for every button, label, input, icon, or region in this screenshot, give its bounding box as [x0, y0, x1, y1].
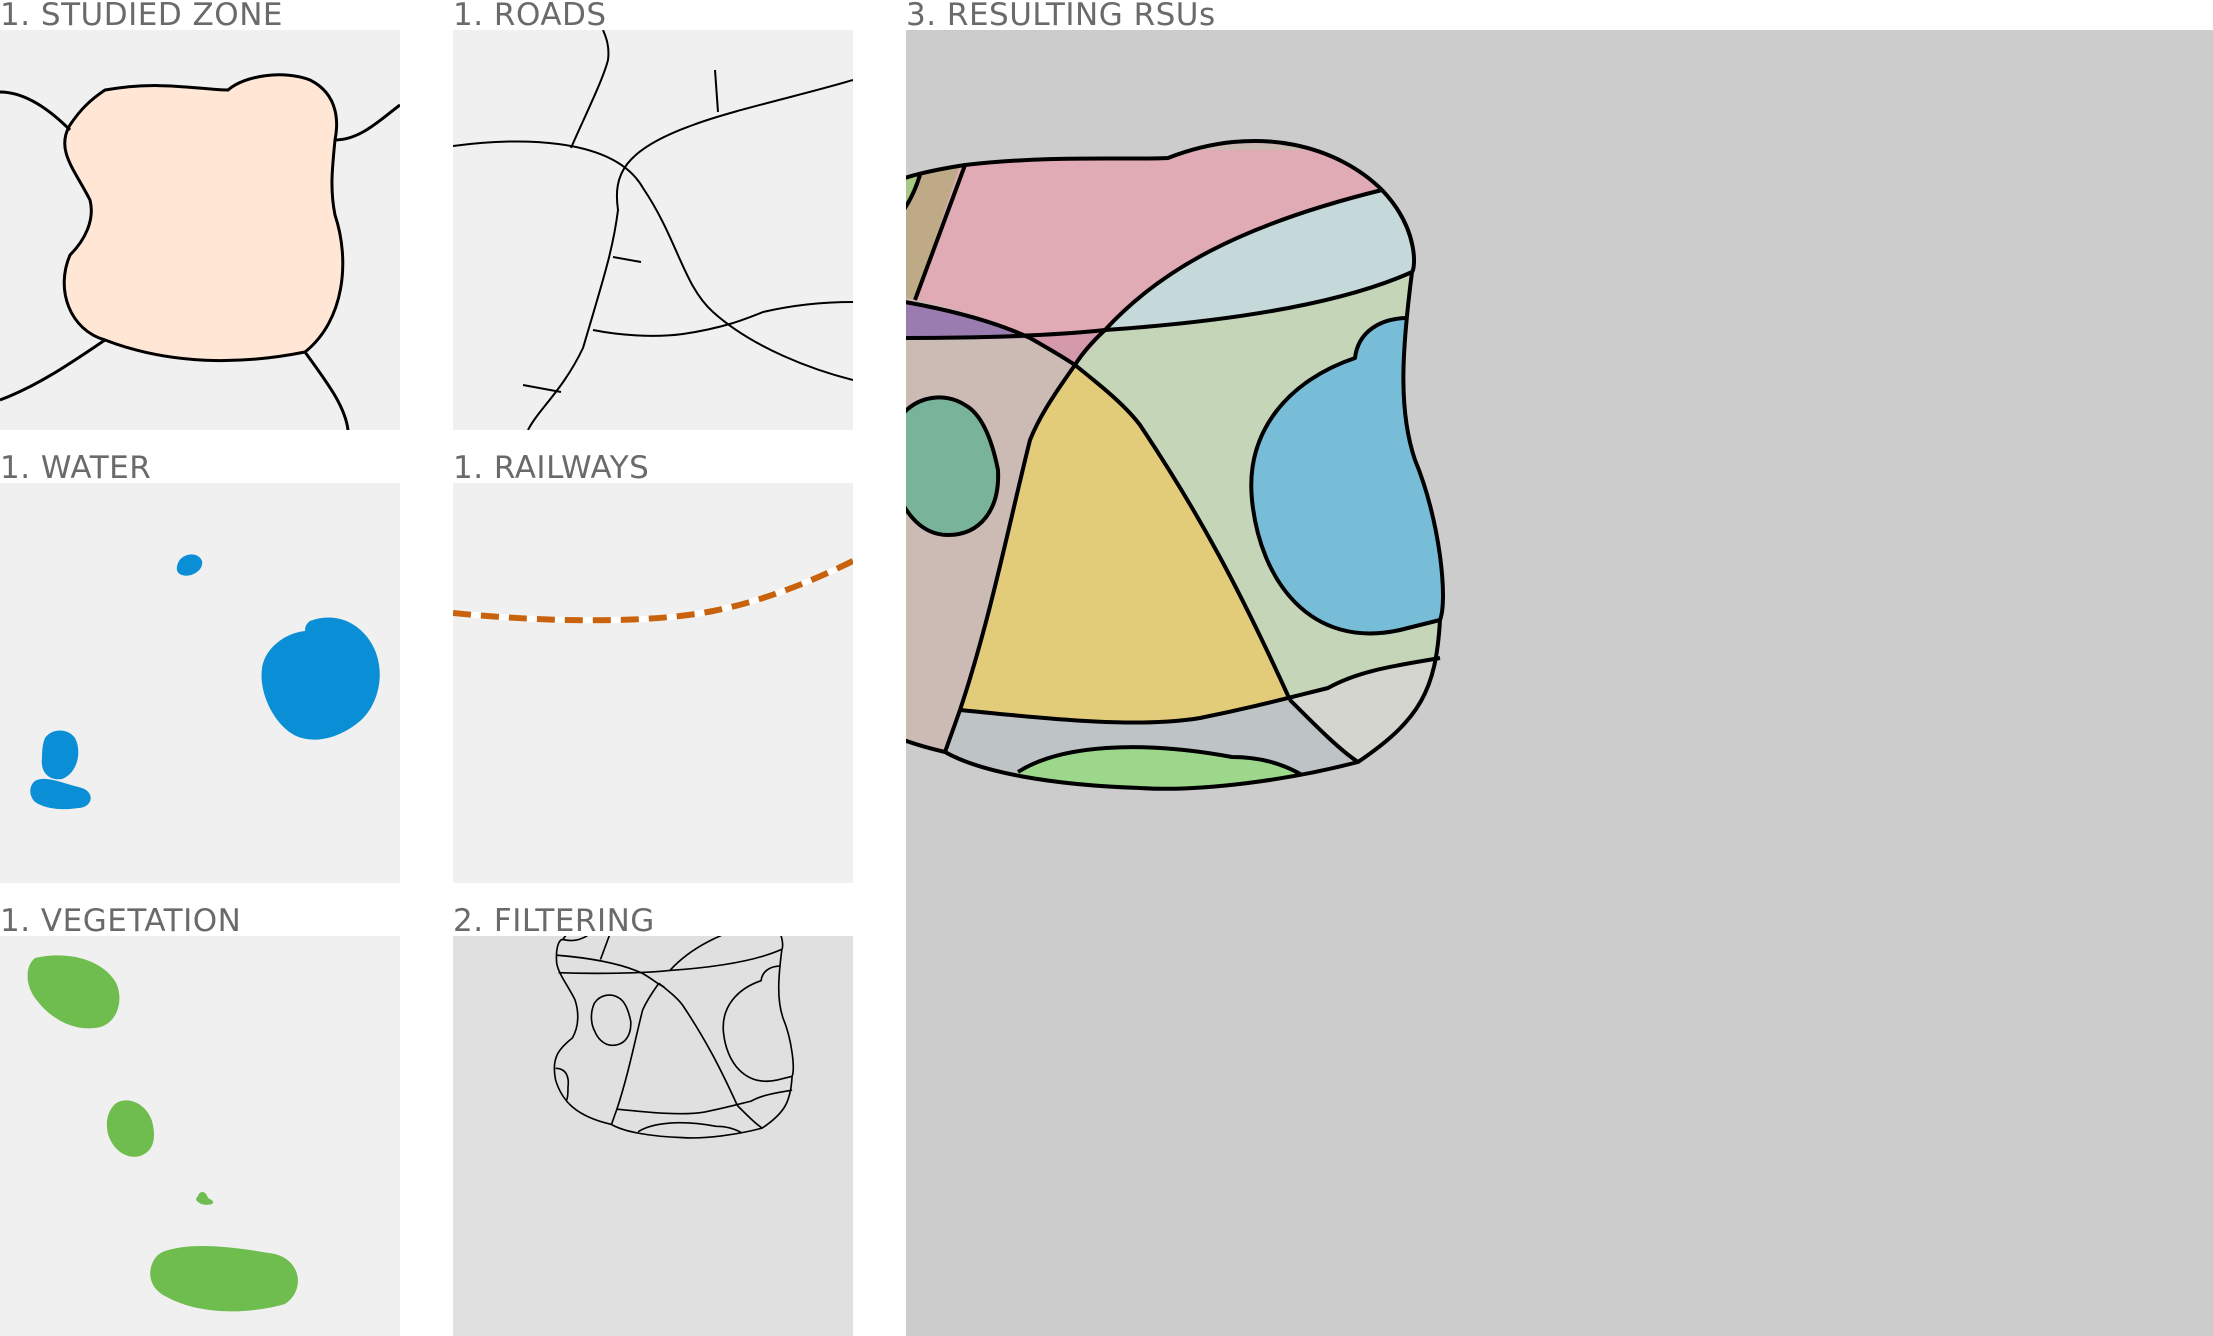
panel-title-roads: 1. ROADS [453, 0, 607, 33]
panel-title-vegetation: 1. VEGETATION [0, 903, 242, 939]
panel-vegetation [0, 936, 400, 1336]
panel-title-filtering: 2. FILTERING [453, 903, 655, 939]
vegetation-map [0, 936, 400, 1336]
panel-title-railways: 1. RAILWAYS [453, 450, 650, 486]
panel-roads [453, 30, 853, 430]
panel-title-resulting-rsus: 3. RESULTING RSUs [906, 0, 1216, 33]
panel-title-studied-zone: 1. STUDIED ZONE [0, 0, 283, 33]
studied-zone-map [0, 30, 400, 430]
water-map [0, 483, 400, 883]
panel-filtering [453, 936, 853, 1336]
panel-railways [453, 483, 853, 883]
filtering-map [453, 936, 853, 1336]
panel-title-water: 1. WATER [0, 450, 152, 486]
panel-studied-zone [0, 30, 400, 430]
railways-map [453, 483, 853, 883]
rsu-map [906, 30, 2213, 1336]
panel-water [0, 483, 400, 883]
roads-map [453, 30, 853, 430]
zone-outline [62, 73, 345, 363]
panel-resulting-rsus [906, 30, 2213, 1336]
